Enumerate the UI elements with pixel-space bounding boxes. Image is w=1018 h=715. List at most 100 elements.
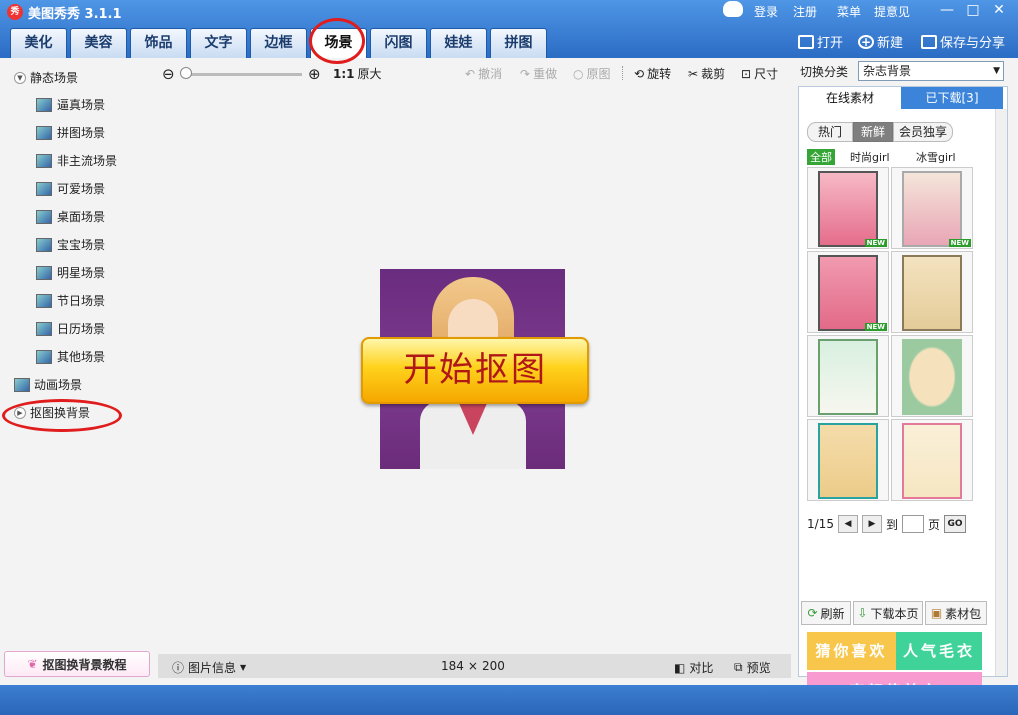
canvas-toolbar: ⊖ ⊕ 1:1 原大 ↶ 撤消 ↷ 重做 ○ 原图 ⟲ 旋转 ✂ 裁剪 ⊡ 尺寸 [160,64,790,84]
tree-item[interactable]: 日历场景 [36,320,105,337]
maximize-button[interactable]: □ [964,1,982,19]
tab-doll[interactable]: 娃娃 [430,28,487,58]
tab-flash[interactable]: 闪图 [370,28,427,58]
material-pack-button[interactable]: ▣ 素材包 [925,601,987,625]
tree-item[interactable]: 拼图场景 [36,124,105,141]
status-bar: ⓘ 图片信息 ▼ 184 × 200 ◧ 对比 ⧉ 预览 [158,654,791,678]
zoom-slider-handle[interactable] [180,67,192,79]
next-page-button[interactable]: ▶ [861,515,882,533]
tree-item[interactable]: 其他场景 [36,348,105,365]
zoom-slider[interactable] [182,73,302,76]
page-input[interactable] [901,515,924,533]
tree-item-label: 其他场景 [57,350,106,364]
folder-icon [798,34,814,49]
save-share-button[interactable]: 保存与分享 [921,32,1005,51]
tree-item[interactable]: 节日场景 [36,292,105,309]
filter-hot[interactable]: 热门 [807,122,853,142]
material-panel: 切换分类 杂志背景 ▼ 在线素材 已下载[3] 热门 新鲜 会员独享 全部 时尚… [795,58,1018,710]
material-thumb[interactable]: NEW [807,167,889,249]
thumb-image [818,255,878,331]
original-button[interactable]: ○ 原图 [573,65,611,82]
promo-popular-sweaters[interactable]: 人气毛衣 [896,632,982,670]
preview-button[interactable]: ⧉ 预览 [734,659,771,676]
new-label: 新建 [877,36,904,51]
tree-item[interactable]: 可爱场景 [36,180,105,197]
go-button[interactable]: GO [943,515,966,533]
tab-frame[interactable]: 边框 [250,28,307,58]
download-page-button[interactable]: ⇩ 下载本页 [853,601,923,625]
category-select[interactable]: 杂志背景 ▼ [858,61,1004,81]
tab-collage[interactable]: 拼图 [490,28,547,58]
filter-new[interactable]: 新鲜 [853,122,893,142]
material-thumb[interactable] [891,335,973,417]
material-thumb[interactable] [807,335,889,417]
refresh-button[interactable]: ⟳ 刷新 [801,601,851,625]
undo-button[interactable]: ↶ 撤消 [465,65,502,82]
actual-size-button[interactable]: 1:1 原大 [333,65,382,82]
image-info-button[interactable]: ⓘ 图片信息 ▼ [172,659,246,676]
tab-makeup[interactable]: 美容 [70,28,127,58]
tree-item-label: 明星场景 [57,266,106,280]
rotate-button[interactable]: ⟲ 旋转 [634,65,671,82]
subfilter-fashion-girl[interactable]: 时尚girl [850,149,890,165]
tab-text[interactable]: 文字 [190,28,247,58]
tree-item[interactable]: 非主流场景 [36,152,117,169]
new-button[interactable]: + 新建 [858,32,903,51]
subfilter-ice-girl[interactable]: 冰雪girl [916,149,956,165]
material-thumb[interactable]: NEW [807,251,889,333]
material-thumb[interactable] [891,419,973,501]
material-thumb[interactable] [891,251,973,333]
register-link[interactable]: 注册 [793,3,817,20]
promo-guess-you-like[interactable]: 猜你喜欢 [807,632,896,670]
material-pack-label: 素材包 [945,606,982,621]
prev-page-button[interactable]: ◀ [837,515,858,533]
compare-button[interactable]: ◧ 对比 [674,659,713,676]
image-width: 184 [441,659,464,673]
annotation-circle-scene-tab [309,18,365,64]
scissors-icon: ✂ [688,66,699,81]
tab-online-materials[interactable]: 在线素材 [799,87,901,109]
new-badge: NEW [948,239,971,247]
category-value: 杂志背景 [863,64,912,78]
zoom-ratio: 1:1 [333,66,355,81]
tab-downloaded[interactable]: 已下载[3] [901,87,1003,109]
menu-link[interactable]: 菜单 [837,3,861,20]
open-button[interactable]: 打开 [798,32,843,51]
size-button[interactable]: ⊡ 尺寸 [741,65,778,82]
tree-item-label: 日历场景 [57,322,106,336]
subfilter-all[interactable]: 全部 [807,149,835,165]
start-cutout-button[interactable]: 开始抠图 [361,337,589,404]
redo-button[interactable]: ↷ 重做 [520,65,557,82]
tree-item[interactable]: 宝宝场景 [36,236,105,253]
cutout-tutorial-button[interactable]: ❦ 抠图换背景教程 [4,651,150,677]
scene-thumb-icon [36,265,52,280]
zoom-out-icon[interactable]: ⊖ [162,65,175,83]
scene-thumb-icon [36,181,52,196]
page-indicator: 1/15 [807,517,834,531]
tree-item[interactable]: 逼真场景 [36,96,105,113]
new-badge: NEW [864,323,887,331]
mascot-icon[interactable] [723,1,743,17]
zoom-in-icon[interactable]: ⊕ [308,65,321,83]
scrollbar[interactable] [995,109,1007,676]
filter-vip[interactable]: 会员独享 [893,122,953,142]
scene-thumb-icon [36,97,52,112]
feedback-link[interactable]: 提意见 [874,3,910,20]
crop-button[interactable]: ✂ 裁剪 [688,65,725,82]
tree-item[interactable]: 明星场景 [36,264,105,281]
compare-icon: ◧ [674,660,686,675]
login-link[interactable]: 登录 [754,3,778,20]
tab-beautify[interactable]: 美化 [10,28,67,58]
minimize-button[interactable]: — [938,1,956,19]
material-thumb[interactable]: NEW [891,167,973,249]
material-thumb[interactable] [807,419,889,501]
scene-thumb-icon [36,293,52,308]
scene-thumb-icon [36,237,52,252]
tree-group-static[interactable]: ▼ 静态场景 [14,69,78,86]
tree-item[interactable]: 桌面场景 [36,208,105,225]
tree-group-animated[interactable]: 动画场景 [14,376,82,393]
close-button[interactable]: ✕ [990,1,1008,19]
tab-accessories[interactable]: 饰品 [130,28,187,58]
save-share-label: 保存与分享 [940,36,1006,51]
pagination: 1/15 ◀ ▶ 到 页 GO [807,515,966,533]
